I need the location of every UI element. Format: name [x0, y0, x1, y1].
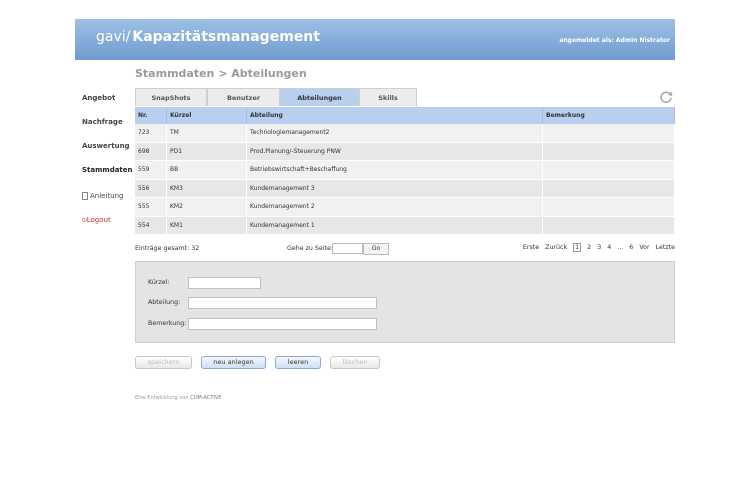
bemerkung-label: Bemerkung:	[148, 320, 187, 327]
sidebar-item-anleitung[interactable]: Anleitung	[82, 192, 123, 200]
page-link-6[interactable]: 6	[629, 244, 633, 251]
cell-bemerkung	[542, 216, 675, 235]
cell-kuerzel: KM2	[166, 197, 247, 217]
cell-kuerzel: PD1	[166, 142, 247, 161]
cell-kuerzel: KM1	[166, 216, 247, 235]
cell-bemerkung	[542, 179, 675, 198]
sidebar-item-logout-label: Logout	[86, 216, 111, 224]
cell-abteilung: Betriebswirtschaft+Beschaffung	[246, 160, 543, 180]
tab-skills[interactable]: Skills	[359, 88, 417, 106]
departments-table: Nr. Kürzel Abteilung Bemerkung 723 TM Tech…	[135, 107, 675, 235]
sidebar-item-angebot[interactable]: Angebot	[82, 94, 115, 102]
tab-benutzer[interactable]: Benutzer	[207, 88, 280, 106]
cell-bemerkung	[542, 197, 675, 217]
sidebar-item-anleitung-label: Anleitung	[90, 192, 124, 200]
cell-abteilung: Kundemanagement 2	[246, 197, 543, 217]
clear-button[interactable]: leeren	[275, 356, 321, 369]
cell-kuerzel: KM3	[166, 179, 247, 198]
kuerzel-field[interactable]	[188, 277, 261, 289]
app-logo: gavi/Kapazitätsmanagement	[96, 29, 320, 45]
cell-abteilung: Kundemanagement 1	[246, 216, 543, 235]
table-row[interactable]: 556 KM3 Kundemanagement 3	[135, 179, 675, 198]
delete-button[interactable]: löschen	[330, 356, 380, 369]
page-link-4[interactable]: 4	[607, 244, 611, 251]
table-row[interactable]: 723 TM Technologiemanagement2	[135, 124, 675, 143]
sidebar-item-logout[interactable]: ⏻Logout	[82, 216, 111, 225]
bemerkung-field[interactable]	[188, 318, 377, 330]
save-button[interactable]: speichern	[135, 356, 192, 369]
goto-page-input[interactable]	[332, 243, 363, 254]
abteilung-label: Abteilung:	[148, 299, 181, 306]
page-link-3[interactable]: 3	[597, 244, 601, 251]
logged-in-user: angemeldet als: Admin Nistrator	[559, 37, 670, 44]
page-links: Erste Zurück 1 2 3 4 ... 6 Vor Letzte	[519, 243, 675, 252]
cell-bemerkung	[542, 142, 675, 161]
previous-page-link[interactable]: Zurück	[545, 244, 567, 251]
table-row[interactable]: 554 KM1 Kundemanagement 1	[135, 216, 675, 235]
column-header-nr[interactable]: Nr.	[135, 107, 167, 124]
cell-bemerkung	[542, 160, 675, 180]
cell-kuerzel: TM	[166, 124, 247, 143]
last-page-link[interactable]: Letzte	[656, 244, 675, 251]
footer-text: Eine Entwicklung von	[135, 395, 189, 401]
table-row[interactable]: 555 KM2 Kundemanagement 2	[135, 197, 675, 217]
cell-abteilung: Kundemanagement 3	[246, 179, 543, 198]
cell-nr: 559	[135, 160, 167, 180]
goto-page-label: Gehe zu Seite:	[287, 245, 334, 252]
brand-logo: gavi/	[96, 29, 131, 45]
table-row[interactable]: 559 BB Betriebswirtschaft+Beschaffung	[135, 160, 675, 180]
tab-abteilungen[interactable]: Abteilungen	[280, 88, 359, 106]
edit-form-panel: Kürzel: Abteilung: Bemerkung:	[135, 261, 675, 343]
cell-nr: 723	[135, 124, 167, 143]
page-link-2[interactable]: 2	[587, 244, 591, 251]
column-header-kuerzel[interactable]: Kürzel	[166, 107, 247, 124]
next-page-link[interactable]: Vor	[639, 244, 649, 251]
cell-bemerkung	[542, 124, 675, 143]
cell-nr: 698	[135, 142, 167, 161]
page-link-1[interactable]: 1	[573, 243, 582, 252]
table-row[interactable]: 698 PD1 Prod.Planung/-Steuerung PNW	[135, 142, 675, 161]
app-header: gavi/Kapazitätsmanagement angemeldet als…	[75, 19, 675, 60]
footer-company: COM-ACTIVE	[190, 395, 222, 401]
page-ellipsis: ...	[617, 244, 624, 251]
cell-kuerzel: BB	[166, 160, 247, 180]
cell-abteilung: Prod.Planung/-Steuerung PNW	[246, 142, 543, 161]
kuerzel-label: Kürzel:	[148, 279, 170, 286]
sidebar-item-nachfrage[interactable]: Nachfrage	[82, 118, 123, 126]
footer-credit: Eine Entwicklung von COM-ACTIVE	[135, 395, 221, 401]
table-header-row: Nr. Kürzel Abteilung Bemerkung	[135, 107, 675, 124]
total-entries: Einträge gesamt: 32	[135, 245, 200, 252]
go-button[interactable]: Go	[363, 243, 389, 255]
tab-snapshots[interactable]: SnapShots	[135, 88, 207, 106]
app-title: Kapazitätsmanagement	[132, 29, 320, 45]
cell-abteilung: Technologiemanagement2	[246, 124, 543, 143]
document-icon	[82, 192, 88, 200]
cell-nr: 554	[135, 216, 167, 235]
refresh-icon[interactable]	[659, 90, 673, 104]
cell-nr: 555	[135, 197, 167, 217]
cell-nr: 556	[135, 179, 167, 198]
sidebar-item-stammdaten[interactable]: Stammdaten	[82, 166, 133, 174]
column-header-bemerkung[interactable]: Bemerkung	[542, 107, 675, 124]
new-button[interactable]: neu anlegen	[201, 356, 266, 369]
first-page-link[interactable]: Erste	[523, 244, 539, 251]
abteilung-field[interactable]	[188, 297, 377, 309]
column-header-abteilung[interactable]: Abteilung	[246, 107, 543, 124]
page-title: Stammdaten > Abteilungen	[135, 67, 307, 80]
sidebar-item-auswertung[interactable]: Auswertung	[82, 142, 130, 150]
